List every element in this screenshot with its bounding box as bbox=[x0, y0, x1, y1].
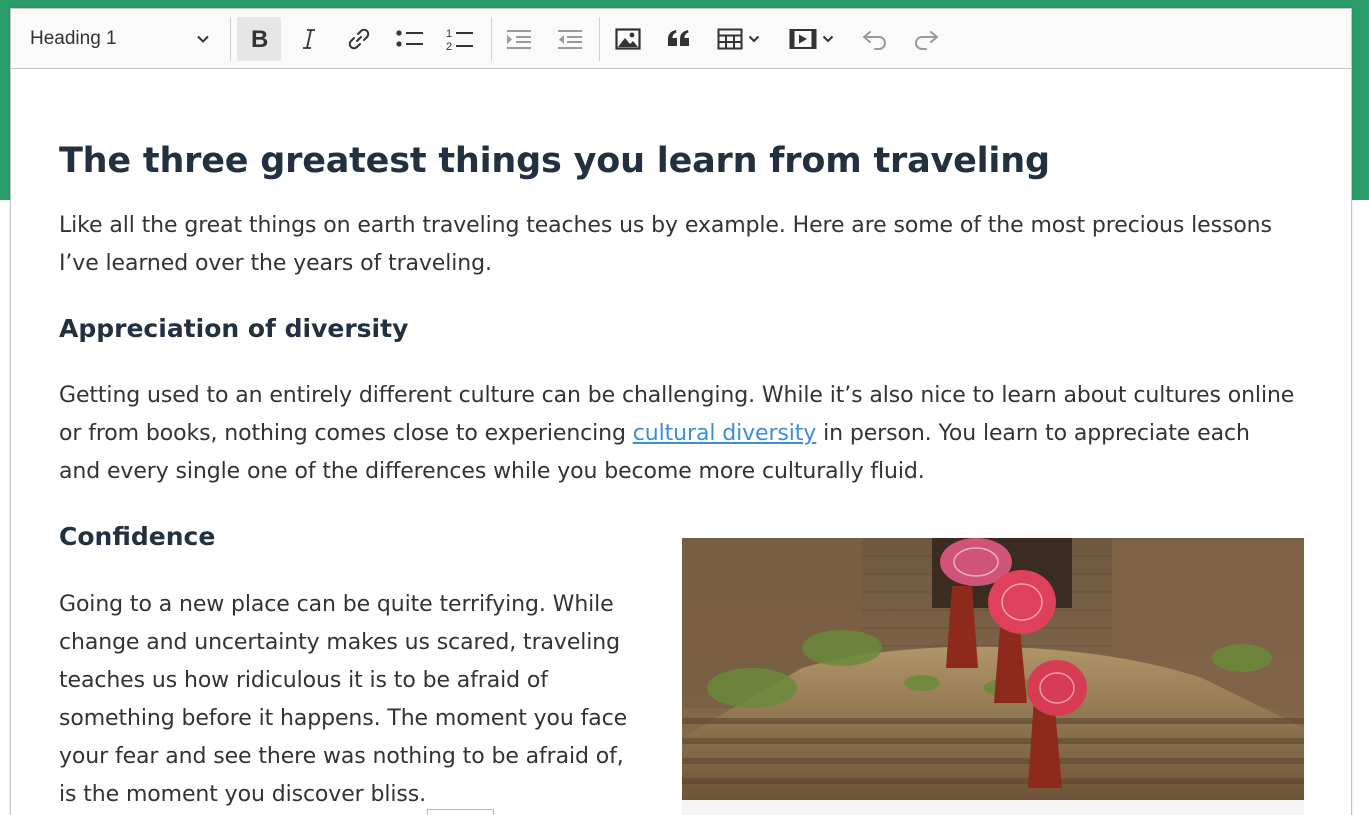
text-run: or from books, nothing comes close to ex… bbox=[59, 421, 633, 446]
bold-icon: B bbox=[251, 27, 268, 51]
chevron-down-icon bbox=[197, 35, 209, 43]
intro-paragraph: Like all the great things on earth trave… bbox=[59, 207, 1272, 283]
paragraph-line: or from books, nothing comes close to ex… bbox=[59, 415, 1294, 453]
bulleted-list-icon bbox=[396, 30, 423, 47]
insert-table-button[interactable] bbox=[707, 17, 771, 61]
undo-icon bbox=[863, 31, 886, 50]
toolbar-separator bbox=[599, 17, 600, 61]
paragraph-line: and every single one of the differences … bbox=[59, 459, 925, 484]
link-button[interactable] bbox=[337, 17, 381, 61]
table-icon bbox=[717, 28, 743, 50]
insert-media-button[interactable] bbox=[779, 17, 843, 61]
redo-button[interactable] bbox=[904, 17, 948, 61]
text-run: in person. You learn to appreciate each bbox=[816, 421, 1250, 446]
bold-button[interactable]: B bbox=[237, 17, 281, 61]
image-caption-area[interactable] bbox=[682, 800, 1304, 815]
rich-text-editor: Heading 1 B 1 2 The three greatest thing… bbox=[10, 8, 1352, 815]
svg-text:B: B bbox=[251, 27, 268, 51]
paragraph-line: is the moment you discover bliss. bbox=[59, 782, 426, 807]
diversity-paragraph: Getting used to an entirely different cu… bbox=[59, 377, 1294, 491]
image-icon bbox=[615, 28, 641, 50]
paragraph-line: something before it happens. The moment … bbox=[59, 706, 628, 731]
document-title: The three greatest things you learn from… bbox=[59, 141, 1050, 181]
confidence-paragraph: Going to a new place can be quite terrif… bbox=[59, 586, 627, 814]
insert-image-button[interactable] bbox=[606, 17, 650, 61]
indent-icon bbox=[558, 30, 582, 49]
chevron-down-icon bbox=[748, 35, 760, 43]
link-icon bbox=[348, 28, 370, 50]
cultural-diversity-link[interactable]: cultural diversity bbox=[633, 421, 817, 446]
intro-line: Like all the great things on earth trave… bbox=[59, 213, 1272, 238]
paragraph-line: your fear and see there was nothing to b… bbox=[59, 744, 624, 769]
chevron-down-icon bbox=[822, 35, 834, 43]
italic-icon bbox=[303, 29, 315, 49]
indent-button[interactable] bbox=[548, 17, 592, 61]
intro-line: I’ve learned over the years of traveling… bbox=[59, 251, 492, 276]
svg-text:2: 2 bbox=[446, 41, 452, 52]
bulleted-list-button[interactable] bbox=[388, 17, 432, 61]
undo-button[interactable] bbox=[853, 17, 897, 61]
section-heading-confidence: Confidence bbox=[59, 522, 216, 551]
image-resize-handle[interactable] bbox=[427, 809, 494, 815]
numbered-list-icon: 1 2 bbox=[446, 28, 473, 52]
media-icon bbox=[789, 29, 817, 49]
outdent-button[interactable] bbox=[497, 17, 541, 61]
heading-format-dropdown[interactable]: Heading 1 bbox=[11, 9, 226, 69]
toolbar-separator bbox=[230, 17, 231, 61]
paragraph-line: change and uncertainty makes us scared, … bbox=[59, 630, 620, 655]
heading-format-value: Heading 1 bbox=[30, 28, 117, 49]
italic-button[interactable] bbox=[287, 17, 331, 61]
monks-photo[interactable] bbox=[682, 538, 1304, 800]
block-quote-button[interactable] bbox=[657, 17, 701, 61]
svg-text:1: 1 bbox=[446, 28, 452, 40]
paragraph-line: Going to a new place can be quite terrif… bbox=[59, 592, 614, 617]
section-heading-diversity: Appreciation of diversity bbox=[59, 314, 409, 343]
outdent-icon bbox=[507, 30, 531, 49]
editor-toolbar: Heading 1 B 1 2 bbox=[11, 9, 1351, 69]
redo-icon bbox=[915, 31, 938, 50]
paragraph-line: teaches us how ridiculous it is to be af… bbox=[59, 668, 548, 693]
paragraph-line: Getting used to an entirely different cu… bbox=[59, 383, 1295, 408]
quote-icon bbox=[668, 30, 689, 46]
monks-photo-illustration bbox=[682, 538, 1304, 800]
numbered-list-button[interactable]: 1 2 bbox=[438, 17, 482, 61]
toolbar-separator bbox=[491, 17, 492, 61]
